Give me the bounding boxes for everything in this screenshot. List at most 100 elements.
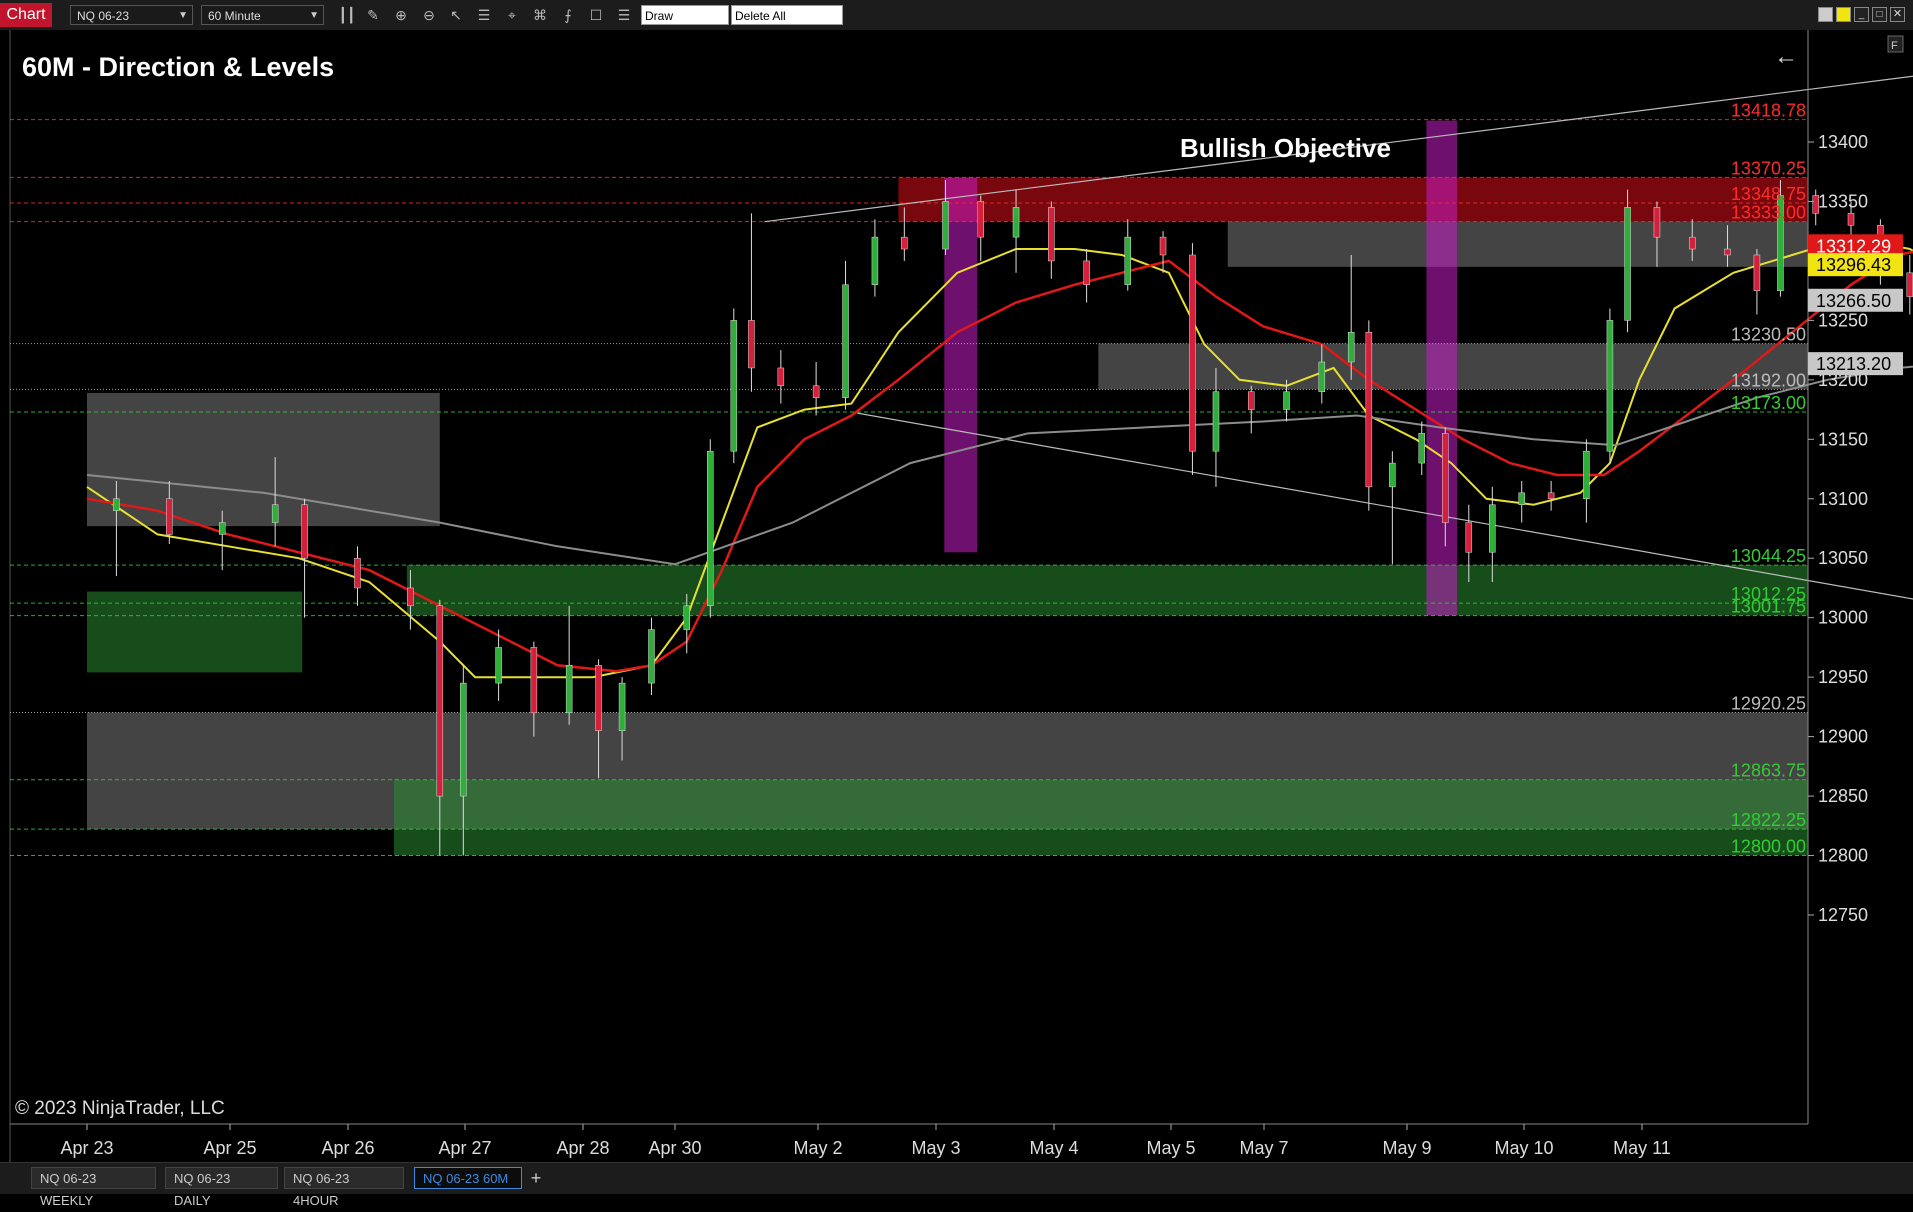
candle-body <box>1688 236 1696 250</box>
level-label: 12800.00 <box>1731 837 1806 857</box>
zone-gray <box>87 392 440 527</box>
y-tick-label: 13400 <box>1818 132 1868 152</box>
price-marker-label: 13213.20 <box>1816 354 1891 374</box>
candle-body <box>495 647 502 684</box>
candle-body <box>218 522 226 535</box>
candle-body <box>1606 320 1614 452</box>
price-chart[interactable]: 12750 12800 12850 12900 12950 13000 13050 13100… <box>0 30 1913 1162</box>
bar-type-icon[interactable]: ┃┃ <box>338 6 356 24</box>
candle-body <box>1048 207 1055 262</box>
zoom-in-icon[interactable]: ⊕ <box>392 6 410 24</box>
level-label: 13001.75 <box>1731 597 1806 617</box>
candle-body <box>901 236 908 250</box>
price-marker-label: 13296.43 <box>1816 255 1891 275</box>
add-tab-icon[interactable]: + <box>526 1167 546 1189</box>
y-tick-label: 13250 <box>1818 310 1868 330</box>
y-tick-label: 12850 <box>1818 786 1868 806</box>
indicators-icon[interactable]: ⨍ <box>559 6 577 24</box>
level-label: 12920.25 <box>1731 694 1806 714</box>
y-tick-label: 13050 <box>1818 548 1868 568</box>
candle-body <box>1347 332 1355 363</box>
candle-body <box>1753 254 1761 291</box>
tab-4hour[interactable]: NQ 06-23 4HOUR <box>284 1167 404 1208</box>
candle-body <box>1906 272 1913 297</box>
interval-select-value: 60 Minute <box>208 9 261 23</box>
x-tick-label: May 4 <box>1029 1138 1078 1158</box>
candle-body <box>1489 504 1496 553</box>
candle-body <box>777 367 785 387</box>
interval-select[interactable]: 60 Minute ▼ <box>201 5 324 25</box>
y-tick-label: 12900 <box>1818 727 1868 747</box>
candle-body <box>1083 260 1090 285</box>
candle-body <box>748 320 755 369</box>
draw-stoploss-button[interactable]: Draw StopLoss <box>641 5 729 43</box>
candle-body <box>1465 522 1473 553</box>
candle-body <box>1547 492 1555 500</box>
delete-all-stoploss-button[interactable]: Delete All StopLoss <box>731 5 843 43</box>
tab-60m[interactable]: NQ 06-23 60M <box>414 1167 522 1189</box>
candle-body <box>842 284 849 398</box>
strategies-icon[interactable]: ⌘ <box>531 6 549 24</box>
y-tick-label: 12950 <box>1818 667 1868 687</box>
candle-body <box>1189 254 1196 452</box>
back-arrow-icon[interactable]: ← <box>1774 43 1798 70</box>
crosshair-icon[interactable]: ⌖ <box>503 6 521 24</box>
zone-green <box>87 591 303 673</box>
candle-body <box>460 682 467 797</box>
window-color-icon[interactable] <box>1836 7 1851 22</box>
level-label: 13192.00 <box>1731 370 1806 390</box>
candle-body <box>271 504 279 523</box>
window-link-icon[interactable] <box>1818 7 1833 22</box>
x-tick-label: May 7 <box>1239 1138 1288 1158</box>
candle-body <box>530 647 538 714</box>
chart-title: 60M - Direction & Levels <box>22 52 334 82</box>
level-label: 13348.75 <box>1731 184 1806 204</box>
candle-body <box>1624 207 1631 321</box>
candle-body <box>1583 450 1590 500</box>
maximize-icon[interactable]: □ <box>1872 7 1887 22</box>
y-tick-label: 13150 <box>1818 429 1868 449</box>
y-tick-label: 13000 <box>1818 608 1868 628</box>
minimize-icon[interactable]: _ <box>1854 7 1869 22</box>
copyright-text: © 2023 NinjaTrader, LLC <box>15 1098 225 1119</box>
candle-body <box>977 201 985 238</box>
candle-body <box>301 504 308 559</box>
candle-body <box>565 665 573 714</box>
y-tick-label: 13100 <box>1818 489 1868 509</box>
level-label: 13173.00 <box>1731 393 1806 413</box>
level-label: 12863.75 <box>1731 761 1806 781</box>
data-box-icon[interactable]: ☰ <box>475 6 493 24</box>
zone-gray <box>1227 221 1808 267</box>
tab-daily[interactable]: NQ 06-23 DAILY <box>165 1167 278 1208</box>
y-tick-label: 12750 <box>1818 905 1868 925</box>
candle-body <box>1847 213 1855 226</box>
price-marker-label: 13266.50 <box>1816 291 1891 311</box>
templates-icon[interactable]: ☰ <box>615 6 633 24</box>
candle-body <box>436 605 444 797</box>
drawing-tools-icon[interactable]: ✎ <box>364 6 382 24</box>
x-tick-label: Apr 28 <box>556 1138 609 1158</box>
level-label: 13044.25 <box>1731 546 1806 566</box>
x-tick-label: Apr 26 <box>321 1138 374 1158</box>
level-label: 13370.25 <box>1731 158 1806 178</box>
x-tick-label: May 3 <box>911 1138 960 1158</box>
candle-body <box>648 629 655 684</box>
zoom-out-icon[interactable]: ⊖ <box>420 6 438 24</box>
level-label: 13333.00 <box>1731 203 1806 223</box>
candle-body <box>707 450 714 607</box>
chevron-down-icon: ▼ <box>309 10 319 21</box>
bullish-objective-label: Bullish Objective <box>1180 133 1391 163</box>
x-tick-label: Apr 23 <box>60 1138 113 1158</box>
zone-green <box>393 779 1808 856</box>
close-icon[interactable]: ✕ <box>1890 7 1905 22</box>
properties-icon[interactable]: ☐ <box>587 6 605 24</box>
pointer-icon[interactable]: ↖ <box>447 6 465 24</box>
highlight-bar <box>1426 120 1458 616</box>
x-tick-label: Apr 25 <box>203 1138 256 1158</box>
level-label: 12822.25 <box>1731 810 1806 830</box>
x-tick-label: May 11 <box>1613 1138 1671 1158</box>
chart-tab-bar: NQ 06-23 WEEKLY NQ 06-23 DAILY NQ 06-23 … <box>0 1162 1913 1208</box>
tab-weekly[interactable]: NQ 06-23 WEEKLY <box>31 1167 156 1208</box>
x-tick-label: May 2 <box>793 1138 842 1158</box>
instrument-select[interactable]: NQ 06-23 ▼ <box>70 5 193 25</box>
